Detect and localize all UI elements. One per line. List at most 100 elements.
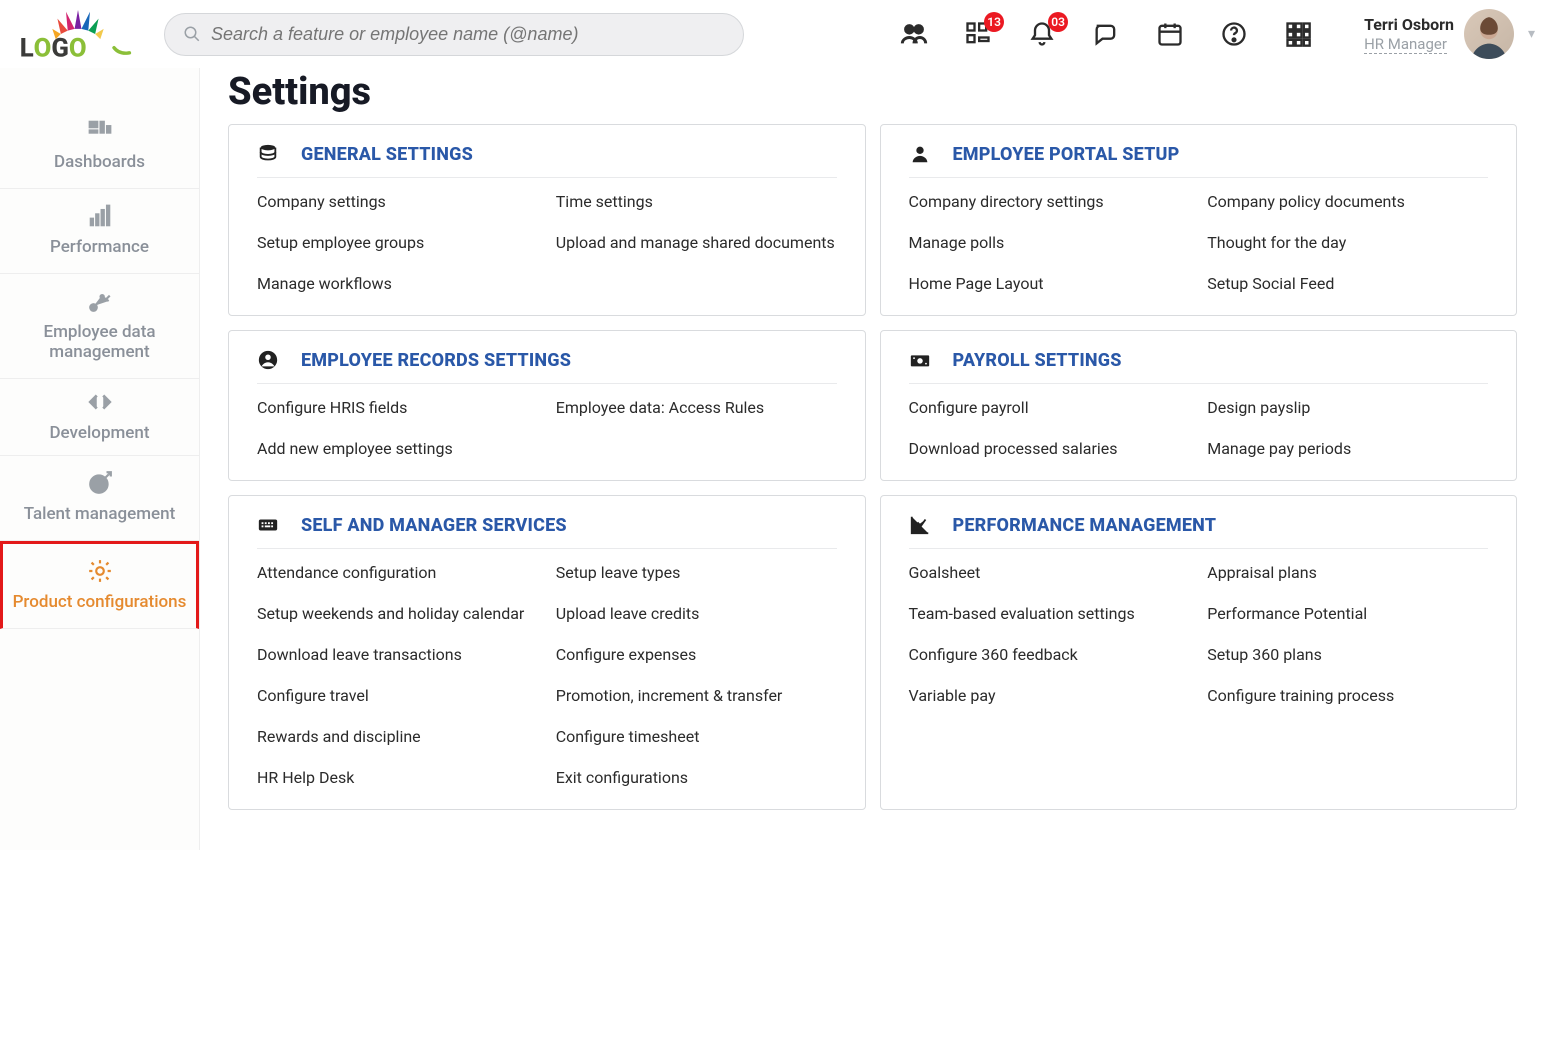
settings-link[interactable]: Setup weekends and holiday calendar xyxy=(257,604,538,623)
org-badge: 13 xyxy=(984,12,1004,32)
links-records: Configure HRIS fields Add new employee se… xyxy=(257,398,837,458)
settings-link[interactable]: Configure timesheet xyxy=(556,727,837,746)
sidebar-item-employee-data[interactable]: Employee data management xyxy=(0,274,199,379)
settings-link[interactable]: Configure expenses xyxy=(556,645,837,664)
user-menu[interactable]: Terri Osborn HR Manager ▾ xyxy=(1364,9,1535,59)
bell-icon[interactable]: 03 xyxy=(1026,18,1058,50)
settings-link[interactable]: Setup Social Feed xyxy=(1207,274,1488,293)
settings-link[interactable]: Setup employee groups xyxy=(257,233,538,252)
search-input[interactable] xyxy=(211,24,725,45)
section-title: EMPLOYEE PORTAL SETUP xyxy=(953,144,1180,165)
settings-link[interactable]: HR Help Desk xyxy=(257,768,538,787)
settings-link[interactable]: Promotion, increment & transfer xyxy=(556,686,837,705)
keyboard-icon xyxy=(257,514,279,536)
settings-link[interactable]: Rewards and discipline xyxy=(257,727,538,746)
code-icon xyxy=(86,389,114,415)
section-title: SELF AND MANAGER SERVICES xyxy=(301,515,567,536)
settings-link[interactable]: Performance Potential xyxy=(1207,604,1488,623)
sidebar-item-label: Performance xyxy=(50,237,149,257)
user-role: HR Manager xyxy=(1364,35,1447,54)
header-toolbar: 13 03 Terri Osborn HR Manager ▾ xyxy=(898,9,1535,59)
sidebar-item-development[interactable]: Development xyxy=(0,379,199,456)
sidebar-item-talent[interactable]: Talent management xyxy=(0,456,199,541)
settings-link[interactable]: Appraisal plans xyxy=(1207,563,1488,582)
card-employee-portal: EMPLOYEE PORTAL SETUP Company directory … xyxy=(880,124,1518,316)
links-self: Attendance configuration Setup weekends a… xyxy=(257,563,837,787)
sidebar-item-label: Dashboards xyxy=(54,152,145,172)
settings-link[interactable]: Exit configurations xyxy=(556,768,837,787)
settings-link[interactable]: Goalsheet xyxy=(909,563,1190,582)
target-icon xyxy=(86,470,114,496)
page-title: Settings xyxy=(228,70,1517,114)
chart-line-icon xyxy=(909,514,931,536)
sidebar-item-dashboards[interactable]: Dashboards xyxy=(0,104,199,189)
sidebar-item-product-config[interactable]: Product configurations xyxy=(0,541,199,629)
chevron-down-icon: ▾ xyxy=(1528,26,1535,42)
settings-link[interactable]: Home Page Layout xyxy=(909,274,1190,293)
sidebar: Dashboards Performance Employee data man… xyxy=(0,68,200,850)
chart-bars-icon xyxy=(86,203,114,229)
settings-link[interactable]: Manage workflows xyxy=(257,274,538,293)
database-icon xyxy=(257,143,279,165)
app-header: LOGO 13 03 T xyxy=(0,0,1547,68)
settings-link[interactable]: Time settings xyxy=(556,192,837,211)
help-icon[interactable] xyxy=(1218,18,1250,50)
links-portal: Company directory settings Manage polls Ho… xyxy=(909,192,1489,293)
settings-link[interactable]: Company settings xyxy=(257,192,538,211)
settings-link[interactable]: Download processed salaries xyxy=(909,439,1190,458)
settings-link[interactable]: Add new employee settings xyxy=(257,439,538,458)
person-icon xyxy=(909,143,931,165)
card-performance: PERFORMANCE MANAGEMENT Goalsheet Team-bas… xyxy=(880,495,1518,810)
section-title: EMPLOYEE RECORDS SETTINGS xyxy=(301,350,571,371)
logo: LOGO xyxy=(8,6,148,62)
settings-link[interactable]: Attendance configuration xyxy=(257,563,538,582)
settings-link[interactable]: Configure 360 feedback xyxy=(909,645,1190,664)
settings-link[interactable]: Configure training process xyxy=(1207,686,1488,705)
search-icon xyxy=(183,25,201,43)
settings-link[interactable]: Variable pay xyxy=(909,686,1190,705)
settings-link[interactable]: Team-based evaluation settings xyxy=(909,604,1190,623)
settings-link[interactable]: Company policy documents xyxy=(1207,192,1488,211)
apps-icon[interactable] xyxy=(1282,18,1314,50)
section-title: GENERAL SETTINGS xyxy=(301,144,473,165)
sidebar-item-label: Talent management xyxy=(24,504,176,524)
people-icon[interactable] xyxy=(898,18,930,50)
avatar xyxy=(1464,9,1514,59)
settings-link[interactable]: Company directory settings xyxy=(909,192,1190,211)
settings-link[interactable]: Thought for the day xyxy=(1207,233,1488,252)
section-title: PERFORMANCE MANAGEMENT xyxy=(953,515,1217,536)
section-title: PAYROLL SETTINGS xyxy=(953,350,1122,371)
links-perf: Goalsheet Team-based evaluation settings C… xyxy=(909,563,1489,705)
links-general: Company settings Setup employee groups Man… xyxy=(257,192,837,293)
settings-link[interactable]: Setup 360 plans xyxy=(1207,645,1488,664)
settings-link[interactable]: Employee data: Access Rules xyxy=(556,398,837,417)
links-payroll: Configure payroll Download processed sala… xyxy=(909,398,1489,458)
settings-link[interactable]: Manage polls xyxy=(909,233,1190,252)
bell-badge: 03 xyxy=(1048,12,1068,32)
settings-link[interactable]: Download leave transactions xyxy=(257,645,538,664)
settings-link[interactable]: Upload and manage shared documents xyxy=(556,233,837,252)
sidebar-item-performance[interactable]: Performance xyxy=(0,189,199,274)
main-content: Settings GENERAL SETTINGS Company settin… xyxy=(200,68,1547,850)
card-payroll: PAYROLL SETTINGS Configure payroll Downlo… xyxy=(880,330,1518,481)
account-circle-icon xyxy=(257,349,279,371)
sidebar-item-label: Product configurations xyxy=(13,592,187,612)
settings-link[interactable]: Configure payroll xyxy=(909,398,1190,417)
calendar-icon[interactable] xyxy=(1154,18,1186,50)
settings-link[interactable]: Configure travel xyxy=(257,686,538,705)
settings-link[interactable]: Upload leave credits xyxy=(556,604,837,623)
card-employee-records: EMPLOYEE RECORDS SETTINGS Configure HRIS… xyxy=(228,330,866,481)
settings-link[interactable]: Configure HRIS fields xyxy=(257,398,538,417)
sidebar-item-label: Development xyxy=(49,423,149,443)
card-general-settings: GENERAL SETTINGS Company settings Setup e… xyxy=(228,124,866,316)
org-icon[interactable]: 13 xyxy=(962,18,994,50)
settings-link[interactable]: Manage pay periods xyxy=(1207,439,1488,458)
robot-arm-icon xyxy=(86,288,114,314)
cash-icon xyxy=(909,349,931,371)
settings-link[interactable]: Design payslip xyxy=(1207,398,1488,417)
logo-icon: LOGO xyxy=(18,6,138,62)
search-input-wrapper[interactable] xyxy=(164,13,744,56)
settings-link[interactable]: Setup leave types xyxy=(556,563,837,582)
dashboard-icon xyxy=(86,118,114,144)
chat-icon[interactable] xyxy=(1090,18,1122,50)
